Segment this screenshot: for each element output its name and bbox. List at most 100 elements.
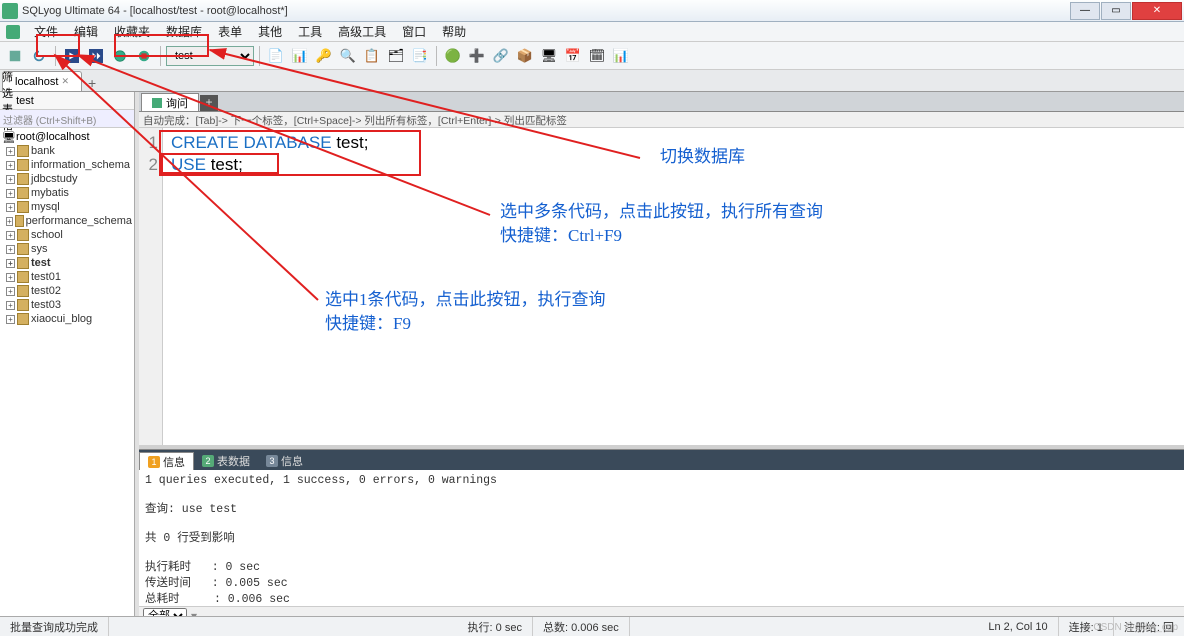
status-exec-time: 执行: 0 sec <box>458 617 533 636</box>
menu-edit[interactable]: 编辑 <box>68 21 104 42</box>
result-tab-info[interactable]: 3信息 <box>258 452 311 470</box>
world-button[interactable] <box>109 45 131 67</box>
status-total-time: 总数: 0.006 sec <box>533 617 630 636</box>
tool-btn-12[interactable]: 🖥 <box>538 45 560 67</box>
line-gutter: 12 <box>139 128 163 445</box>
tool-btn-14[interactable]: 🗓 <box>586 45 608 67</box>
close-button[interactable]: ✕ <box>1132 2 1182 20</box>
menu-advanced[interactable]: 高级工具 <box>332 21 392 42</box>
tree-db-item[interactable]: + performance_schema <box>0 214 134 228</box>
menu-database[interactable]: 数据库 <box>160 21 208 42</box>
tree-db-item[interactable]: +test02 <box>0 284 134 298</box>
tree-db-item[interactable]: +bank <box>0 144 134 158</box>
database-icon <box>17 299 29 311</box>
code-line[interactable]: CREATE DATABASE test; <box>171 132 1176 154</box>
tool-btn-8[interactable]: 🟢 <box>442 45 464 67</box>
code-area[interactable]: CREATE DATABASE test;USE test; <box>163 128 1184 445</box>
result-messages[interactable]: 1 queries executed, 1 success, 0 errors,… <box>139 470 1184 606</box>
menu-help[interactable]: 帮助 <box>436 21 472 42</box>
expand-icon[interactable]: + <box>6 175 15 184</box>
expand-icon[interactable]: + <box>6 245 15 254</box>
tree-db-item[interactable]: + test03 <box>0 298 134 312</box>
tool-btn-9[interactable]: ➕ <box>466 45 488 67</box>
expand-icon[interactable]: + <box>6 287 15 296</box>
expand-icon[interactable]: + <box>6 217 13 226</box>
expand-icon[interactable]: + <box>6 161 15 170</box>
filter-shortcut-hint: 过滤器 (Ctrl+Shift+B) <box>0 110 134 128</box>
minimize-button[interactable]: — <box>1070 2 1100 20</box>
new-connection-button[interactable] <box>4 45 26 67</box>
sql-editor[interactable]: 12 CREATE DATABASE test;USE test; <box>139 128 1184 445</box>
tool-btn-5[interactable]: 📋 <box>361 45 383 67</box>
tree-db-label: school <box>31 229 63 241</box>
database-select[interactable]: test <box>166 46 254 66</box>
database-icon <box>17 159 29 171</box>
tree-db-item[interactable]: +mybatis <box>0 186 134 200</box>
tree-db-label: information_schema <box>31 159 130 171</box>
tree-db-item[interactable]: +test01 <box>0 270 134 284</box>
tree-root[interactable]: 🖥 root@localhost <box>0 130 134 144</box>
expand-icon[interactable]: + <box>6 231 15 240</box>
tool-btn-4[interactable]: 🔍 <box>337 45 359 67</box>
editor-tab[interactable]: 询问 <box>141 93 199 111</box>
menu-tools[interactable]: 工具 <box>292 21 328 42</box>
tool-btn-3[interactable]: 🔑 <box>313 45 335 67</box>
tree-db-item[interactable]: + school <box>0 228 134 242</box>
menu-window[interactable]: 窗口 <box>396 21 432 42</box>
stop-button[interactable] <box>133 45 155 67</box>
object-browser: 筛选表格 × 过滤器 (Ctrl+Shift+B) 🖥 root@localho… <box>0 92 135 624</box>
expand-icon[interactable]: + <box>6 147 15 156</box>
tool-btn-10[interactable]: 🔗 <box>490 45 512 67</box>
watermark: CSDN @cider_cup <box>1093 622 1178 633</box>
tree-db-label: performance_schema <box>26 215 132 227</box>
expand-icon[interactable]: + <box>6 301 15 310</box>
tree-db-item[interactable]: + test <box>0 256 134 270</box>
refresh-button[interactable] <box>28 45 50 67</box>
database-tree[interactable]: 🖥 root@localhost +bank+information_schem… <box>0 128 134 624</box>
database-icon <box>17 201 29 213</box>
query-icon <box>152 98 162 108</box>
execute-all-button[interactable] <box>85 45 107 67</box>
tool-btn-7[interactable]: 📑 <box>409 45 431 67</box>
tool-btn-2[interactable]: 📊 <box>289 45 311 67</box>
tree-db-item[interactable]: +mysql <box>0 200 134 214</box>
database-icon <box>17 145 29 157</box>
tree-db-label: test <box>31 257 51 269</box>
connection-tab[interactable]: localhost ✕ <box>2 71 82 91</box>
tool-btn-6[interactable]: 🗂 <box>385 45 407 67</box>
system-menu-icon[interactable] <box>6 25 20 39</box>
tree-db-item[interactable]: + jdbcstudy <box>0 172 134 186</box>
tree-root-label: root@localhost <box>16 131 90 143</box>
result-panel: 1信息 2表数据 3信息 1 queries executed, 1 succe… <box>139 449 1184 624</box>
result-tabstrip: 1信息 2表数据 3信息 <box>139 450 1184 470</box>
add-editor-tab-button[interactable]: + <box>200 95 218 111</box>
tree-db-label: test03 <box>31 299 61 311</box>
tree-db-item[interactable]: +xiaocui_blog <box>0 312 134 326</box>
tool-btn-13[interactable]: 📅 <box>562 45 584 67</box>
expand-icon[interactable]: + <box>6 203 15 212</box>
menu-other[interactable]: 其他 <box>252 21 288 42</box>
expand-icon[interactable]: + <box>6 189 15 198</box>
expand-icon[interactable]: + <box>6 259 15 268</box>
menu-table[interactable]: 表单 <box>212 21 248 42</box>
tree-db-item[interactable]: + information_schema <box>0 158 134 172</box>
result-tab-tabledata[interactable]: 2表数据 <box>194 452 258 470</box>
database-icon <box>17 313 29 325</box>
tree-db-label: jdbcstudy <box>31 173 77 185</box>
add-connection-button[interactable]: + <box>82 75 102 91</box>
database-icon <box>17 271 29 283</box>
menu-favorites[interactable]: 收藏夹 <box>108 21 156 42</box>
menu-file[interactable]: 文件 <box>28 21 64 42</box>
tool-btn-11[interactable]: 📦 <box>514 45 536 67</box>
tree-db-item[interactable]: +sys <box>0 242 134 256</box>
maximize-button[interactable]: ▭ <box>1101 2 1131 20</box>
tool-btn-15[interactable]: 📊 <box>610 45 632 67</box>
code-line[interactable]: USE test; <box>171 154 1176 176</box>
tab-close-icon[interactable]: ✕ <box>61 76 69 87</box>
expand-icon[interactable]: + <box>6 315 15 324</box>
connection-tab-label: localhost <box>15 76 58 88</box>
result-tab-messages[interactable]: 1信息 <box>139 452 194 470</box>
execute-query-button[interactable] <box>61 45 83 67</box>
expand-icon[interactable]: + <box>6 273 15 282</box>
tool-btn-1[interactable]: 📄 <box>265 45 287 67</box>
